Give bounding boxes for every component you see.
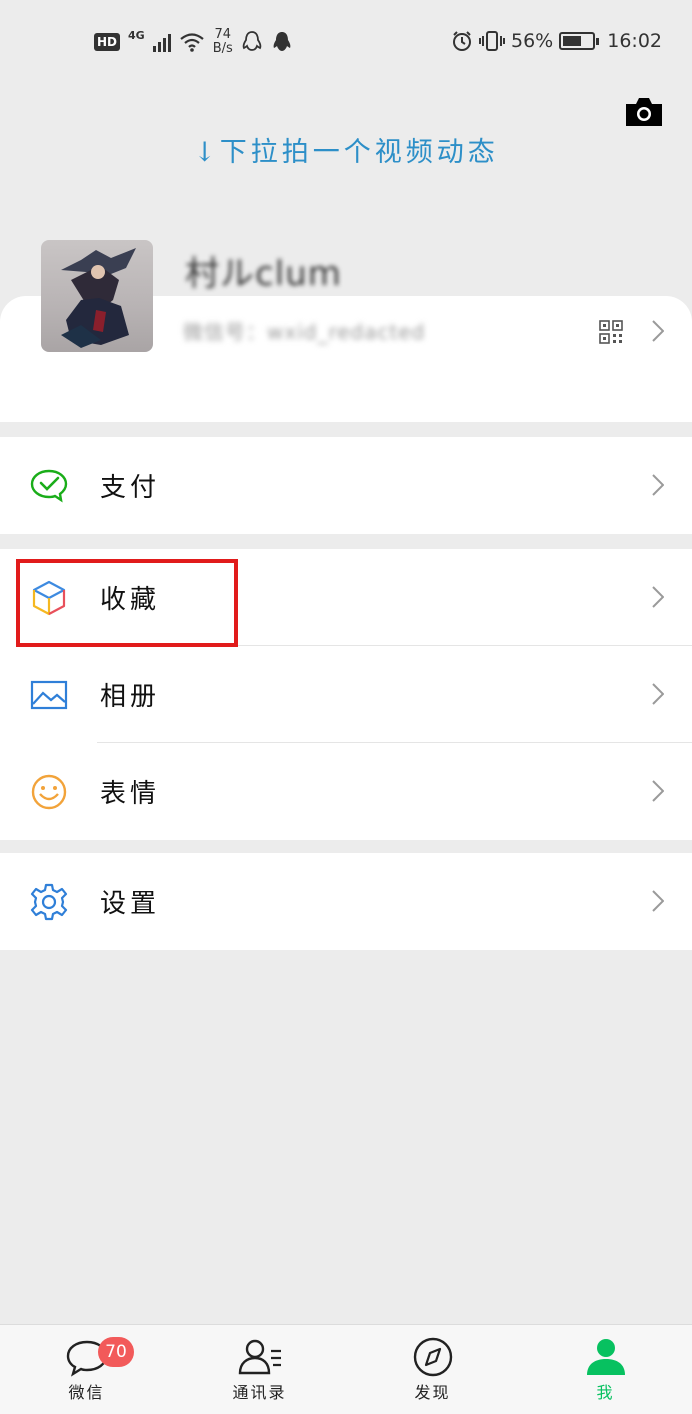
profile-nickname: 村ルclum <box>185 254 342 294</box>
profile-wechat-id: 微信号：wxid_redacted <box>183 320 426 344</box>
alarm-icon <box>453 31 471 51</box>
bottom-tab-bar: 70 微信 通讯录 发现 我 <box>0 1324 692 1414</box>
sticker-smile-icon <box>31 774 67 810</box>
menu-group-collections: 收藏 相册 表情 <box>0 549 692 840</box>
qr-code-icon[interactable] <box>599 320 623 344</box>
settings-gear-icon <box>30 883 68 921</box>
menu-item-pay[interactable]: 支付 <box>0 437 692 534</box>
signal-icon <box>152 32 171 52</box>
menu-label-settings: 设置 <box>100 889 161 919</box>
menu-group-pay: 支付 <box>0 437 692 534</box>
menu-item-favorites[interactable]: 收藏 <box>0 549 692 646</box>
clock: 16:02 <box>607 30 662 52</box>
tab-discover[interactable]: 发现 <box>346 1325 519 1414</box>
pull-down-video-hint[interactable]: ↓下拉拍一个视频动态 <box>0 130 692 169</box>
contacts-icon <box>238 1339 281 1375</box>
tab-me[interactable]: 我 <box>519 1325 692 1414</box>
menu-label-album: 相册 <box>100 682 161 712</box>
network-speed: 74 B/s <box>213 28 233 56</box>
status-right: 56% 16:02 <box>451 30 662 52</box>
qq-outline-icon <box>242 31 262 51</box>
speed-unit: B/s <box>212 41 233 56</box>
tab-label-me: 我 <box>596 1383 615 1402</box>
status-bar: HD 4G 74 B/s 56% 16:02 <box>0 0 692 86</box>
tab-contacts[interactable]: 通讯录 <box>173 1325 346 1414</box>
qq-filled-icon <box>273 32 291 51</box>
camera-icon[interactable] <box>624 96 664 128</box>
wifi-icon <box>180 33 204 52</box>
wechat-pay-icon <box>30 469 68 503</box>
status-left: HD 4G 74 B/s <box>94 28 293 56</box>
chevron-right-icon <box>652 890 664 912</box>
me-person-icon <box>586 1339 625 1375</box>
battery-icon <box>559 32 600 50</box>
speed-value: 74 <box>214 27 232 42</box>
menu-label-favorites: 收藏 <box>100 585 161 615</box>
chevron-right-icon <box>652 474 664 496</box>
unread-badge: 70 <box>98 1337 134 1367</box>
menu-label-stickers: 表情 <box>100 779 161 809</box>
chevron-right-icon <box>652 683 664 705</box>
tab-label-discover: 发现 <box>414 1383 451 1402</box>
hd-badge: HD <box>94 33 121 51</box>
tab-label-contacts: 通讯录 <box>232 1383 287 1402</box>
avatar-image <box>61 248 136 348</box>
network-type: 4G <box>128 28 145 42</box>
chevron-right-icon <box>652 586 664 608</box>
favorites-cube-icon <box>32 580 66 616</box>
menu-item-album[interactable]: 相册 <box>0 646 692 743</box>
vibrate-icon <box>479 31 505 51</box>
chevron-right-icon <box>652 780 664 802</box>
tab-label-chats: 微信 <box>68 1383 105 1402</box>
battery-percent: 56% <box>511 30 554 52</box>
tab-chats[interactable]: 70 微信 <box>0 1325 173 1414</box>
menu-label-pay: 支付 <box>100 473 161 503</box>
avatar[interactable] <box>41 240 153 352</box>
profile-chevron-right-icon <box>652 320 664 342</box>
menu-item-settings[interactable]: 设置 <box>0 853 692 950</box>
menu-group-settings: 设置 <box>0 853 692 950</box>
album-icon <box>30 680 68 710</box>
menu-item-stickers[interactable]: 表情 <box>0 743 692 840</box>
compass-icon <box>413 1337 452 1377</box>
